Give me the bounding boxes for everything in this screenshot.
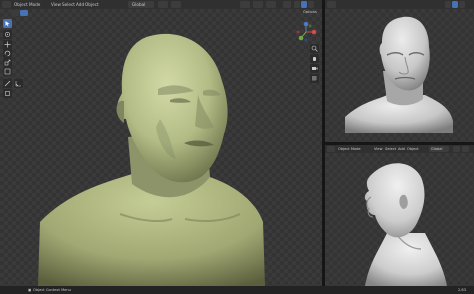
status-hint: Object Context Menu <box>33 287 71 292</box>
overlay-toggle-button[interactable] <box>266 1 276 8</box>
orientation-label: Global <box>132 2 146 7</box>
menu-object[interactable]: Object <box>85 2 99 7</box>
status-version: 2.83 <box>458 287 467 292</box>
xray-button[interactable] <box>283 1 291 8</box>
bottom-right-snap-button[interactable] <box>453 146 460 152</box>
sculpt-bust-main <box>38 33 265 286</box>
menu-view[interactable]: View <box>51 2 61 7</box>
top-right-viewport[interactable] <box>325 9 474 142</box>
top-right-shading-button-3[interactable] <box>459 1 465 8</box>
bottom-right-orientation-selector[interactable]: Global <box>429 146 449 152</box>
top-right-options-label[interactable]: Options <box>303 10 317 15</box>
mode-label: Object Mode <box>14 2 41 7</box>
top-right-editor-type-button[interactable] <box>327 1 336 14</box>
bottom-right-proportional-button[interactable] <box>462 146 469 152</box>
status-mouse-icon: ▣ <box>28 287 32 292</box>
main-viewport[interactable] <box>0 9 322 286</box>
sculpt-bust-front <box>345 16 453 133</box>
bottom-right-header: Object Mode View Select Add Object Globa… <box>325 145 474 161</box>
snap-button[interactable] <box>158 1 168 8</box>
editor-type-button[interactable] <box>2 1 11 15</box>
visibility-button[interactable] <box>240 1 250 8</box>
top-right-header: Options <box>303 0 474 14</box>
shading-wireframe-button[interactable] <box>294 1 300 8</box>
shading-solid-button[interactable] <box>301 1 307 8</box>
bottom-right-menu-object[interactable]: Object <box>407 147 419 152</box>
main-viewport-header: Object Mode View Select Add Object Globa… <box>0 0 322 15</box>
mode-selector[interactable]: Object Mode <box>14 2 40 7</box>
proportional-edit-button[interactable] <box>171 1 181 8</box>
top-right-shading-button-2[interactable] <box>452 1 458 8</box>
menu-add[interactable]: Add <box>76 2 84 7</box>
bottom-right-menu-view[interactable]: View <box>374 147 383 152</box>
bottom-right-mode-selector[interactable]: Object Mode <box>338 147 361 152</box>
bottom-right-orientation-label: Global <box>431 146 443 151</box>
orientation-selector[interactable]: Global <box>128 1 154 8</box>
top-right-shading-button[interactable] <box>445 1 451 8</box>
gizmo-toggle-button[interactable] <box>253 1 263 8</box>
bottom-right-editor-type-button[interactable] <box>327 146 335 161</box>
shading-material-button[interactable] <box>308 1 314 8</box>
bottom-right-menu-add[interactable]: Add <box>398 147 405 152</box>
bottom-right-menu-select[interactable]: Select <box>385 147 396 152</box>
status-bar: ▣ Object Context Menu 2.83 <box>0 286 474 294</box>
sculpt-bust-side <box>364 163 447 286</box>
menu-select[interactable]: Select <box>62 2 75 7</box>
bottom-right-viewport[interactable] <box>325 153 474 286</box>
